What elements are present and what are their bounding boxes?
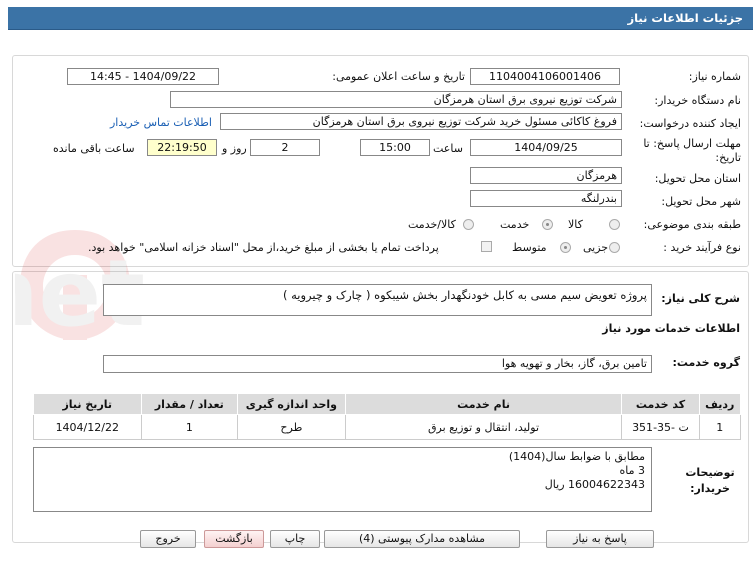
notes-line: 16004622343 ریال <box>544 478 645 491</box>
table-row: 1 ت -35-351 تولید، انتقال و توزیع برق طر… <box>33 414 742 440</box>
notes-line: 3 ماه <box>619 464 645 477</box>
notes-line: مطابق با ضوابط سال(1404) <box>508 450 645 463</box>
requester-label: ایجاد کننده درخواست: <box>639 117 741 130</box>
info-panel <box>12 55 749 267</box>
col-service-name: نام خدمت <box>344 393 623 415</box>
announce-datetime-field: 1404/09/22 - 14:45 <box>67 68 219 85</box>
category-option-goods: کالا <box>568 218 583 231</box>
deadline-days-label: روز و <box>222 142 247 155</box>
cell-row: 1 <box>698 414 742 440</box>
exit-button[interactable]: خروج <box>140 530 196 548</box>
cell-service-name: تولید، انتقال و توزیع برق <box>344 414 623 440</box>
table-header-row: ردیف کد خدمت نام خدمت واحد اندازه گیری ت… <box>33 393 742 415</box>
treasury-checkbox[interactable] <box>481 241 492 252</box>
back-button[interactable]: بازگشت <box>204 530 264 548</box>
remaining-time-label: ساعت باقی مانده <box>53 142 135 155</box>
deadline-date-field: 1404/09/25 <box>470 139 622 156</box>
category-option-service: خدمت <box>500 218 530 231</box>
buyer-notes-field: مطابق با ضوابط سال(1404) 3 ماه 160046223… <box>33 447 652 512</box>
page: جزئیات اطلاعات نیاز AriaTender.net شماره… <box>0 0 755 566</box>
province-label: استان محل تحویل: <box>654 172 741 185</box>
attachments-button[interactable]: مشاهده مدارک پیوستی (4) <box>324 530 520 548</box>
col-unit: واحد اندازه گیری <box>237 393 346 415</box>
process-option-medium: متوسط <box>512 241 547 254</box>
deadline-time-field: 15:00 <box>360 139 430 156</box>
summary-label: شرح کلی نیاز: <box>661 292 740 305</box>
reply-button[interactable]: پاسخ به نیاز <box>546 530 654 548</box>
service-group-field: تامین برق، گاز، بخار و تهویه هوا <box>103 355 652 373</box>
need-number-field: 1104004106001406 <box>470 68 620 85</box>
city-field: بندرلنگه <box>470 190 622 207</box>
process-type-label: نوع فرآیند خرید : <box>663 241 741 254</box>
services-title: اطلاعات خدمات مورد نیاز <box>602 322 740 335</box>
category-radio-goods-service[interactable] <box>463 219 474 230</box>
col-service-code: کد خدمت <box>621 393 700 415</box>
category-label: طبقه بندی موضوعی: <box>643 218 741 231</box>
service-group-label: گروه خدمت: <box>672 356 740 369</box>
cell-quantity: 1 <box>140 414 239 440</box>
page-title: جزئیات اطلاعات نیاز <box>627 11 743 25</box>
buyer-org-field: شرکت توزیع نیروی برق استان هرمزگان <box>170 91 622 108</box>
cell-service-code: ت -35-351 <box>621 414 700 440</box>
process-option-minor: جزیی <box>583 241 609 254</box>
services-table: ردیف کد خدمت نام خدمت واحد اندازه گیری ت… <box>33 393 742 440</box>
buyer-notes-label: توضیحات خریدار: <box>685 466 735 495</box>
city-label: شهر محل تحویل: <box>661 195 741 208</box>
category-option-goods-service: کالا/خدمت <box>408 218 456 231</box>
deadline-days-field: 2 <box>250 139 320 156</box>
deadline-label: مهلت ارسال پاسخ: تا تاریخ: <box>643 137 741 164</box>
summary-field: پروژه تعویض سیم مسی به کابل خودنگهدار بخ… <box>103 284 652 316</box>
cell-need-date: 1404/12/22 <box>33 414 142 440</box>
col-need-date: تاریخ نیاز <box>33 393 142 415</box>
buyer-contact-link[interactable]: اطلاعات تماس خریدار <box>110 116 212 129</box>
province-field: هرمزگان <box>470 167 622 184</box>
requester-field: فروغ کاکائی مسئول خرید شرکت توزیع نیروی … <box>220 113 622 130</box>
category-radio-goods[interactable] <box>609 219 620 230</box>
page-header: جزئیات اطلاعات نیاز <box>8 7 753 30</box>
buyer-org-label: نام دستگاه خریدار: <box>654 94 741 107</box>
need-number-label: شماره نیاز: <box>688 70 741 83</box>
col-quantity: تعداد / مقدار <box>140 393 239 415</box>
category-radio-service[interactable] <box>542 219 553 230</box>
announce-datetime-label: تاریخ و ساعت اعلان عمومی: <box>332 70 465 83</box>
deadline-time-label: ساعت <box>433 142 463 155</box>
print-button[interactable]: چاپ <box>270 530 320 548</box>
col-row: ردیف <box>698 393 742 415</box>
process-radio-medium[interactable] <box>560 242 571 253</box>
remaining-time-field: 22:19:50 <box>147 139 217 156</box>
cell-unit: طرح <box>237 414 346 440</box>
process-radio-minor[interactable] <box>609 242 620 253</box>
treasury-note: پرداخت تمام یا بخشی از مبلغ خرید،از محل … <box>88 241 439 254</box>
